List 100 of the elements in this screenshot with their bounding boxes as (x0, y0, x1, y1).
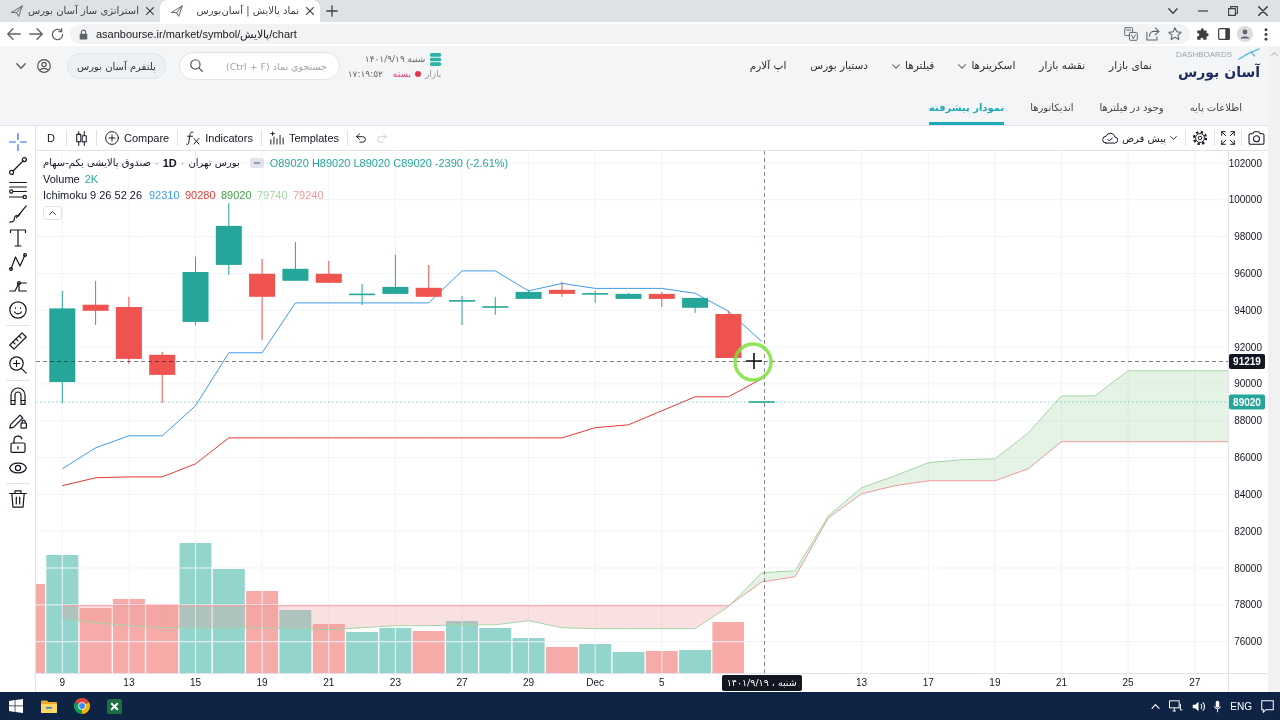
browser-tab[interactable]: نماد پالایش | آسان‌بورس (160, 0, 320, 22)
close-icon[interactable] (1258, 6, 1268, 16)
microphone-icon[interactable] (1214, 699, 1222, 713)
price-axis-label: 92000 (1234, 341, 1262, 353)
tab-close-icon[interactable] (146, 7, 154, 15)
user-circle-icon[interactable] (37, 59, 51, 73)
language-indicator[interactable]: ENG (1230, 698, 1252, 714)
paper-plane-icon (11, 5, 23, 17)
volume-label: Volume (43, 172, 80, 187)
reload-icon[interactable] (51, 27, 64, 41)
restore-icon[interactable] (1228, 6, 1238, 16)
logo-text[interactable]: آسان بورس (1176, 60, 1260, 84)
scrollbar[interactable] (1268, 46, 1280, 692)
market-label: بازار (424, 67, 442, 80)
market-state: بسته (392, 67, 411, 80)
magnet-icon[interactable] (8, 387, 27, 405)
collapse-legend-button[interactable] (43, 206, 62, 220)
candle (415, 264, 442, 298)
share-icon[interactable] (1146, 27, 1160, 41)
time-axis-label: 19 (989, 677, 1001, 688)
speaker-icon[interactable] (1192, 699, 1206, 713)
star-icon[interactable] (1168, 27, 1182, 41)
price-axis-label: 102000 (1228, 157, 1262, 169)
ruler-icon[interactable] (8, 332, 27, 350)
trash-icon[interactable] (8, 490, 27, 508)
time-axis-label: 23 (389, 677, 401, 688)
trend-line-icon[interactable] (8, 157, 27, 175)
browser-icon[interactable] (73, 698, 90, 714)
undo-icon[interactable] (356, 133, 368, 143)
nav-item[interactable]: فیلترها (892, 58, 935, 74)
nav-item[interactable]: نقشه بازار (1039, 58, 1086, 74)
pattern-icon[interactable] (8, 253, 27, 271)
price-axis-label: 88000 (1234, 415, 1262, 427)
nav-item[interactable]: اسکرینرها (958, 58, 1016, 74)
price-axis-label: 96000 (1234, 267, 1262, 279)
translate-icon[interactable] (1124, 27, 1138, 41)
layout-button[interactable]: پیش فرض (1099, 128, 1179, 148)
candle (615, 292, 642, 300)
volume-value: 2K (84, 172, 99, 187)
spreadsheet-icon[interactable] (107, 698, 122, 714)
price-axis-label: 100000 (1228, 194, 1262, 206)
time-axis-label: 21 (323, 677, 335, 688)
page-tab[interactable]: وجود در فیلترها (1099, 86, 1164, 125)
candle (282, 241, 309, 282)
kebab-menu-icon[interactable] (1263, 27, 1268, 41)
notification-icon[interactable] (1261, 699, 1274, 713)
interval-button[interactable]: D (42, 128, 60, 148)
padlock-icon[interactable] (8, 435, 27, 453)
indicator-value: 79740 (257, 188, 288, 203)
page-tab[interactable]: اندیکاتورها (1030, 86, 1074, 125)
platform-button[interactable]: پلتفرم آسان بورس (67, 53, 166, 79)
candle (515, 289, 542, 300)
plus-icon[interactable] (326, 5, 338, 17)
folder-icon[interactable] (40, 699, 57, 713)
nav-item[interactable]: اپ آلارم (749, 58, 787, 74)
browser-tab[interactable]: استراتژی ساز آسان بورس (0, 0, 160, 22)
chevron-up-icon (49, 211, 56, 215)
crosshair-date-tag: شنبه ، ۱۴۰۱/۹/۱۹ (721, 675, 802, 691)
puzzle-icon[interactable] (1196, 27, 1209, 41)
settings-icon[interactable] (1192, 130, 1208, 146)
network-icon[interactable] (1169, 700, 1184, 712)
back-arrow-icon[interactable] (7, 28, 21, 40)
text-tool-icon[interactable] (8, 229, 27, 247)
tab-search-chevron-icon[interactable] (1168, 8, 1178, 14)
candle (182, 256, 209, 326)
paper-plane-icon (171, 5, 183, 17)
zoom-in-icon[interactable] (8, 356, 27, 374)
sidebar-icon[interactable] (1217, 28, 1230, 40)
profile-icon[interactable] (1236, 26, 1253, 42)
start-icon[interactable] (9, 699, 23, 713)
compare-button[interactable]: Compare (102, 128, 172, 148)
last-price-tag: 89020 (1229, 394, 1265, 410)
nav-item[interactable]: نمای بازار (1109, 58, 1152, 74)
search-field[interactable]: جستجوی نماد (Ctrl + F) (178, 52, 340, 80)
time-axis-label: 13 (123, 677, 135, 688)
address-bar[interactable]: asanbourse.ir/market/symbol/پالایش/chart (70, 24, 1190, 44)
indicators-button[interactable]: Indicators (184, 128, 255, 148)
market-time: ۱۷:۱۹:۵۲ (347, 67, 383, 80)
interval-label: 1D (162, 156, 177, 171)
time-axis-label: 13 (856, 677, 868, 688)
time-axis-label: 21 (1055, 677, 1068, 688)
horizontal-lines-icon[interactable] (8, 181, 27, 199)
camera-icon[interactable] (1248, 131, 1265, 145)
time-axis-label: 25 (1122, 677, 1134, 688)
fullscreen-icon[interactable] (1221, 131, 1235, 145)
tray-chevron-icon[interactable] (1151, 703, 1161, 709)
smiley-icon[interactable] (8, 301, 27, 319)
templates-button[interactable]: Templates (267, 128, 342, 148)
brush-icon[interactable] (8, 205, 27, 223)
chevron-down-icon[interactable] (16, 63, 26, 69)
candle (149, 351, 176, 404)
candle (582, 290, 609, 304)
nav-item[interactable]: دستیار بورس (810, 58, 868, 74)
indicator-value: 89020 (221, 188, 252, 203)
page-tab[interactable]: اطلاعات پایه (1189, 86, 1242, 125)
forward-arrow-icon[interactable] (29, 28, 43, 40)
candles-icon[interactable] (75, 130, 87, 146)
indicator-label: Ichimoku 9 26 52 26 (43, 188, 144, 203)
chevron-down-icon (1170, 136, 1177, 140)
tab-close-icon[interactable] (306, 7, 314, 15)
